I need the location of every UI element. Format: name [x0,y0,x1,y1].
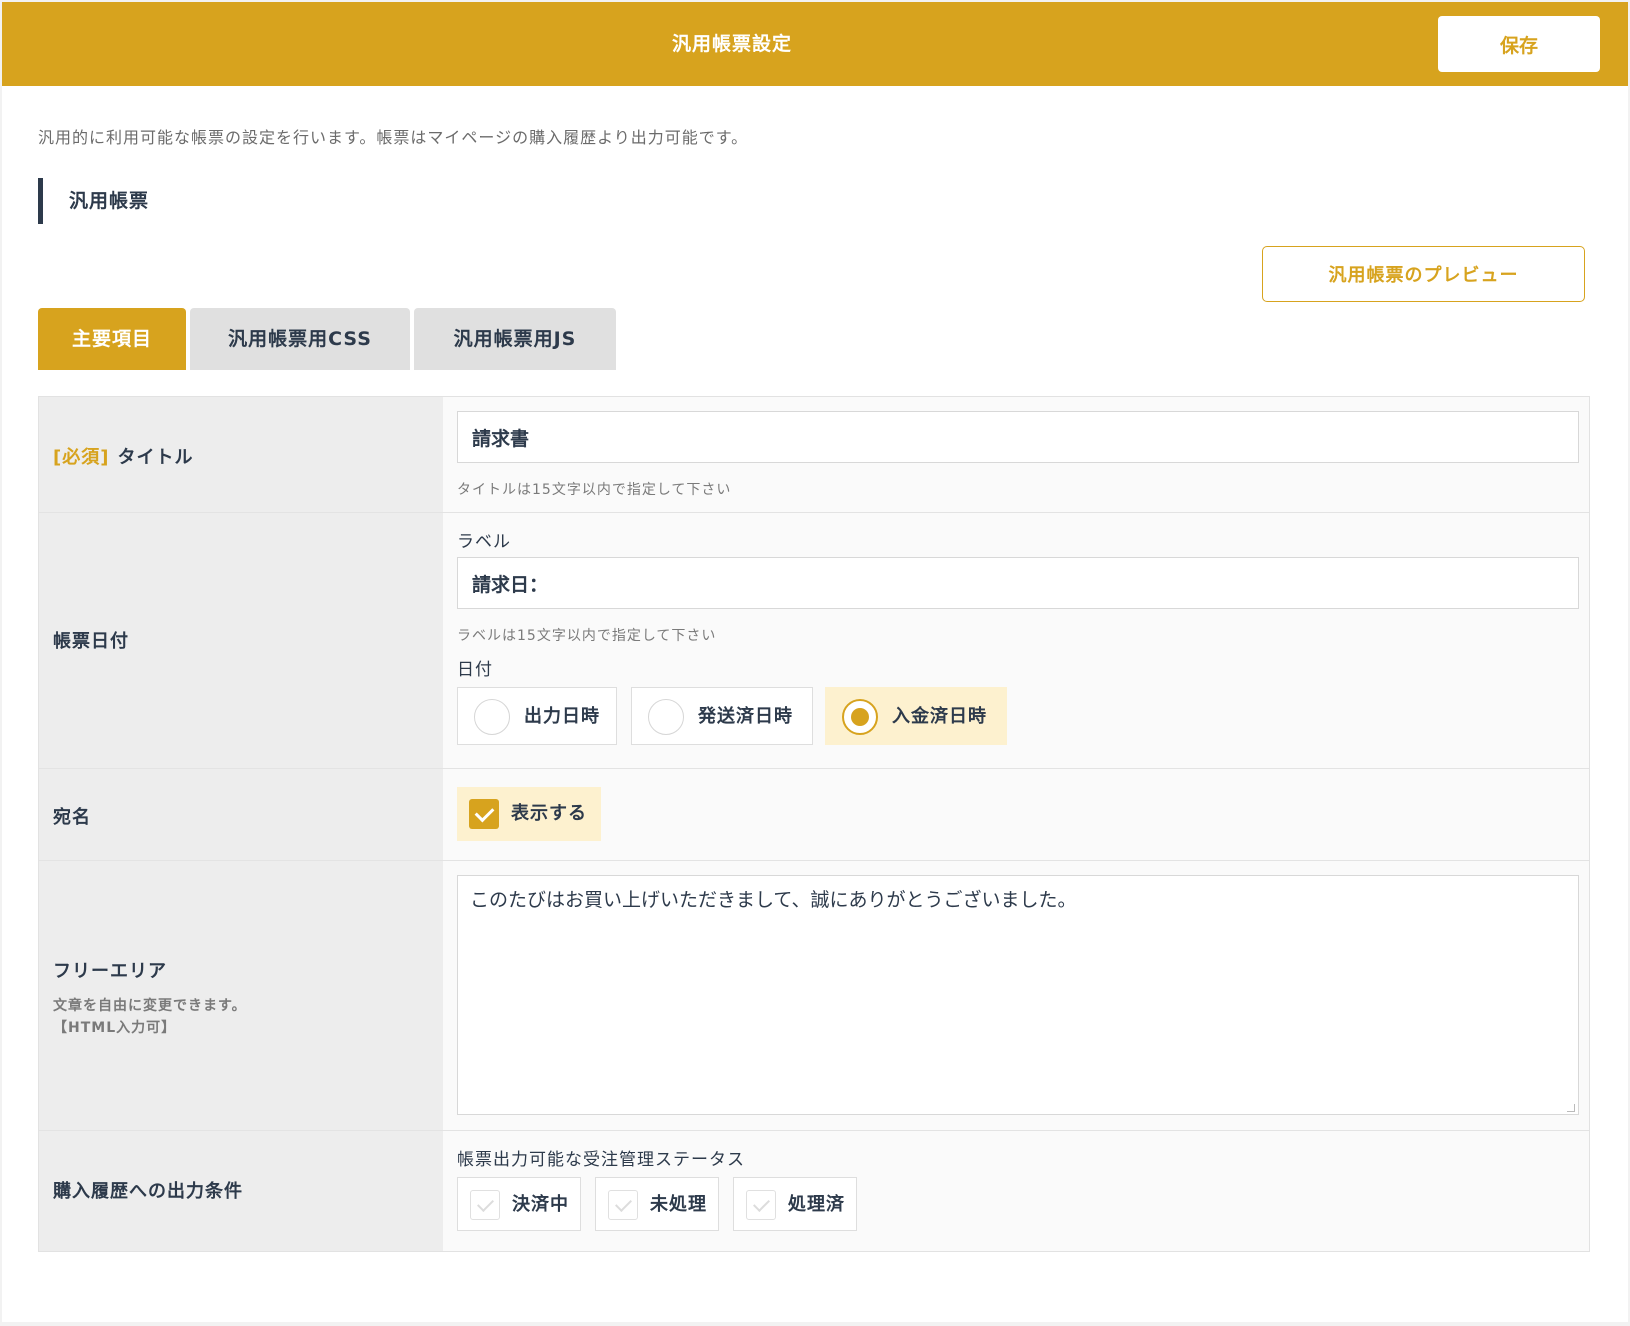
status-checkbox-group: 決済中 未処理 処理済 [457,1177,857,1231]
section-heading: 汎用帳票 [38,178,149,224]
title-hint: タイトルは15文字以内で指定して下さい [457,482,732,498]
status-caption: 帳票出力可能な受注管理ステータス [457,1150,745,1170]
condition-label: 購入履歴への出力条件 [53,1181,243,1202]
check-icon [746,1190,776,1220]
free-area-label: フリーエリア [53,961,167,982]
title-label: タイトル [117,447,194,468]
preview-button[interactable]: 汎用帳票のプレビュー [1262,246,1585,302]
radio-label: 入金済日時 [892,706,987,727]
save-button[interactable]: 保存 [1438,16,1600,72]
condition-row: 購入履歴への出力条件 帳票出力可能な受注管理ステータス 決済中 未処理 処理済 [39,1131,1589,1251]
status-label: 未処理 [650,1194,707,1215]
date-row-label: 帳票日付 [39,513,443,768]
header-bar: 汎用帳票設定 保存 [2,2,1628,86]
tab-js[interactable]: 汎用帳票用JS [414,308,616,370]
status-checkbox-processed[interactable]: 処理済 [733,1177,857,1231]
radio-circle [474,699,510,735]
radio-shipped-date[interactable]: 発送済日時 [631,687,813,745]
radio-paid-date[interactable]: 入金済日時 [825,687,1007,745]
free-area-textarea[interactable]: このたびはお買い上げいただきまして、誠にありがとうございました。 [457,875,1579,1115]
radio-circle [648,699,684,735]
title-input[interactable] [457,411,1579,463]
page-description: 汎用的に利用可能な帳票の設定を行います。帳票はマイページの購入履歴より出力可能で… [38,128,749,147]
radio-output-date[interactable]: 出力日時 [457,687,617,745]
checkbox-label: 表示する [511,803,587,824]
date-radio-group: 出力日時 発送済日時 入金済日時 [457,687,1017,745]
page-title: 汎用帳票設定 [671,33,792,55]
date-label-hint: ラベルは15文字以内で指定して下さい [457,628,717,644]
status-label: 決済中 [512,1194,569,1215]
date-label: 帳票日付 [53,631,129,652]
title-row-label: [必須] タイトル [39,397,443,512]
free-area-html-note: 【HTML入力可】 [53,1020,177,1036]
address-label: 宛名 [53,807,91,828]
date-label-input[interactable] [457,557,1579,609]
date-caption: 日付 [457,660,493,680]
date-row: 帳票日付 ラベル ラベルは15文字以内で指定して下さい 日付 出力日時 発送済日… [39,513,1589,769]
check-icon [470,1190,500,1220]
status-checkbox-unprocessed[interactable]: 未処理 [595,1177,719,1231]
address-row: 宛名 表示する [39,769,1589,861]
settings-panel: 汎用帳票設定 保存 汎用的に利用可能な帳票の設定を行います。帳票はマイページの購… [2,2,1628,1322]
date-label-caption: ラベル [457,532,511,552]
radio-label: 発送済日時 [698,706,793,727]
radio-circle [842,699,878,735]
status-label: 処理済 [788,1194,845,1215]
form-table: [必須] タイトル タイトルは15文字以内で指定して下さい 帳票日付 ラベル ラベ… [38,396,1590,1252]
tab-main-items[interactable]: 主要項目 [38,308,186,370]
free-area-row-label: フリーエリア 文章を自由に変更できます。 【HTML入力可】 [39,861,443,1130]
resize-handle[interactable] [1567,1104,1575,1112]
check-icon [608,1190,638,1220]
show-address-checkbox[interactable]: 表示する [457,787,601,841]
title-row: [必須] タイトル タイトルは15文字以内で指定して下さい [39,397,1589,513]
condition-row-label: 購入履歴への出力条件 [39,1131,443,1251]
tab-css[interactable]: 汎用帳票用CSS [190,308,410,370]
radio-label: 出力日時 [524,706,600,727]
free-area-note: 文章を自由に変更できます。 [53,998,247,1014]
check-icon [469,799,499,829]
required-tag: [必須] [53,447,110,468]
address-row-label: 宛名 [39,769,443,860]
status-checkbox-processing[interactable]: 決済中 [457,1177,581,1231]
free-area-row: フリーエリア 文章を自由に変更できます。 【HTML入力可】 このたびはお買い上… [39,861,1589,1131]
